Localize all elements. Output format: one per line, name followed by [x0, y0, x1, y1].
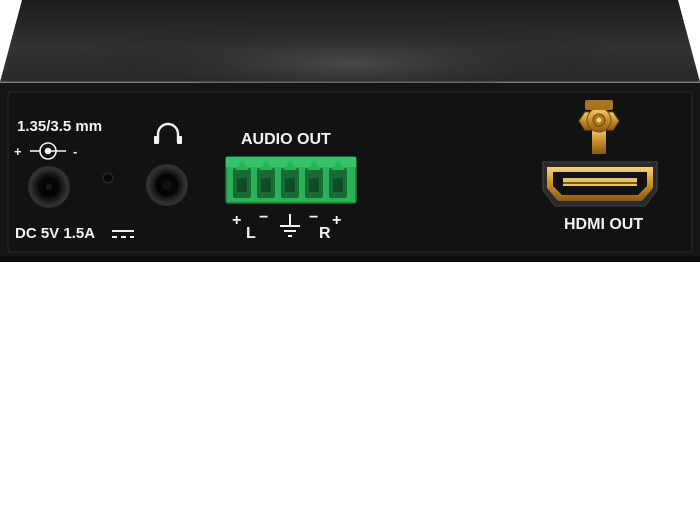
hdmi-out-label: HDMI OUT: [564, 216, 644, 233]
polarity-plus-label: +: [14, 144, 22, 159]
pin-right-plus-label: +: [332, 212, 342, 229]
pin-left-label: L: [246, 225, 256, 242]
headphone-jack: [146, 164, 188, 206]
pin-left-minus-label: −: [259, 209, 269, 226]
device-rear-panel: + - 1.35/3.5 mm DC 5V 1.5A AUDIO OUT HDM…: [0, 0, 700, 262]
audio-out-label: AUDIO OUT: [241, 131, 331, 148]
audio-terminal-block: [225, 156, 357, 204]
pin-left-plus-label: +: [232, 212, 242, 229]
dc-plug-size-label: 1.35/3.5 mm: [17, 118, 103, 135]
pin-right-label: R: [319, 225, 331, 242]
status-led: [102, 172, 114, 184]
dc-power-jack: [28, 166, 70, 208]
pin-right-minus-label: −: [309, 209, 319, 226]
polarity-minus-label: -: [73, 144, 77, 159]
dc-power-rating-label: DC 5V 1.5A: [15, 225, 96, 242]
hdmi-port-icon: [542, 161, 658, 207]
blank-background: [0, 262, 700, 525]
